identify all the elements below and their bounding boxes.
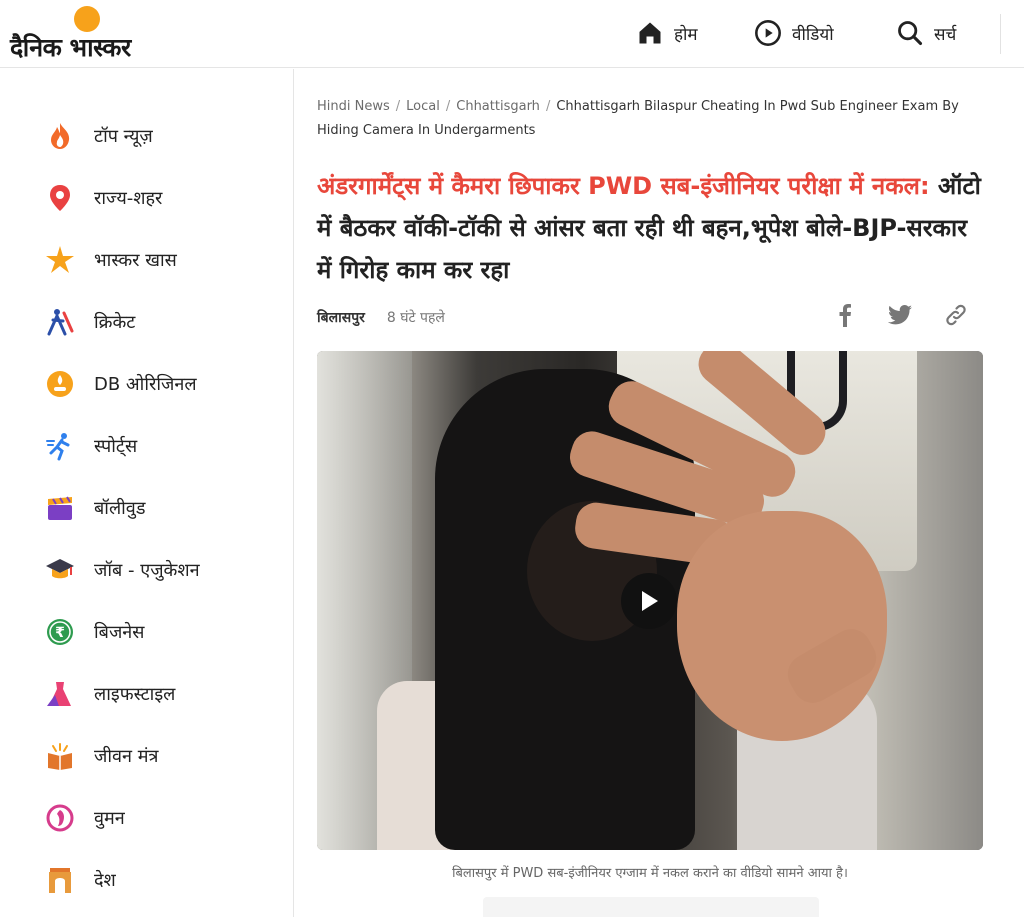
- nav-video[interactable]: वीडियो: [754, 16, 834, 50]
- sidebar-item-bhaskar-khas[interactable]: भास्कर खास: [44, 240, 177, 280]
- runner-icon: [44, 430, 76, 462]
- breadcrumb-separator: /: [395, 99, 401, 114]
- sidebar-item-top-news[interactable]: टॉप न्यूज़: [44, 116, 153, 156]
- play-button[interactable]: [621, 573, 677, 629]
- headline-highlight: अंडरगार्मेंट्स में कैमरा छिपाकर PWD सब-इ…: [317, 172, 930, 200]
- sidebar-item-label: स्पोर्ट्स: [94, 436, 138, 457]
- woman-icon: [44, 802, 76, 834]
- sidebar-item-label: वुमन: [94, 808, 125, 829]
- sidebar-item-woman[interactable]: वुमन: [44, 798, 125, 838]
- breadcrumb-link[interactable]: Local: [406, 99, 440, 114]
- sidebar-item-state-city[interactable]: राज्य-शहर: [44, 178, 162, 218]
- sidebar-item-bollywood[interactable]: बॉलीवुड: [44, 488, 145, 528]
- sidebar-item-label: बिजनेस: [94, 622, 145, 643]
- book-icon: [44, 740, 76, 772]
- logo-text: दैनिक भास्कर: [10, 33, 131, 62]
- video-player[interactable]: [317, 351, 983, 850]
- sidebar-item-cricket[interactable]: क्रिकेट: [44, 302, 135, 342]
- breadcrumb-separator: /: [545, 99, 551, 114]
- dress-icon: [44, 678, 76, 710]
- share-twitter-button[interactable]: [886, 301, 914, 329]
- sidebar-item-label: DB ओरिजिनल: [94, 374, 197, 395]
- article-main: Hindi News / Local / Chhattisgarh / Chhattisga…: [295, 69, 1024, 917]
- facebook-icon: [839, 304, 851, 327]
- sidebar-item-label: जीवन मंत्र: [94, 746, 159, 767]
- india-gate-icon: [44, 864, 76, 896]
- sidebar-item-jeevan-mantra[interactable]: जीवन मंत्र: [44, 736, 158, 776]
- sun-icon: [74, 6, 100, 32]
- ad-slot: [483, 897, 819, 917]
- sidebar: टॉप न्यूज़ राज्य-शहर भास्कर खास क्रिकेट …: [0, 69, 294, 917]
- sidebar-item-label: क्रिकेट: [94, 312, 136, 333]
- sidebar-item-label: देश: [94, 870, 116, 891]
- nav-home-label: होम: [674, 24, 698, 45]
- publish-time: 8 घंटे पहले: [386, 309, 445, 326]
- star-burst-icon: [44, 244, 76, 276]
- play-icon: [642, 591, 658, 611]
- lamp-icon: [44, 368, 76, 400]
- nav-search-label: सर्च: [934, 24, 957, 45]
- sidebar-item-label: जॉब - एजुकेशन: [94, 560, 200, 581]
- sidebar-item-label: भास्कर खास: [94, 250, 177, 271]
- link-icon: [946, 304, 966, 326]
- sidebar-item-lifestyle[interactable]: लाइफस्टाइल: [44, 674, 175, 714]
- article-headline: अंडरगार्मेंट्स में कैमरा छिपाकर PWD सब-इ…: [317, 165, 987, 291]
- copy-link-button[interactable]: [942, 301, 970, 329]
- clapperboard-icon: [44, 492, 76, 524]
- twitter-icon: [888, 305, 912, 325]
- nav-search[interactable]: सर्च: [896, 16, 956, 50]
- breadcrumb-separator: /: [445, 99, 451, 114]
- breadcrumb-link[interactable]: Hindi News: [317, 99, 390, 114]
- dateline-city: बिलासपुर: [317, 309, 365, 326]
- site-header: दैनिक भास्कर होम वीडियो सर्च: [0, 0, 1024, 68]
- svg-text:₹: ₹: [55, 625, 65, 641]
- sidebar-item-business[interactable]: ₹ बिजनेस: [44, 612, 144, 652]
- sidebar-item-desh[interactable]: देश: [44, 860, 116, 900]
- article-meta: बिलासपुर 8 घंटे पहले: [317, 305, 445, 329]
- sidebar-item-db-original[interactable]: DB ओरिजिनल: [44, 364, 197, 404]
- share-facebook-button[interactable]: [831, 301, 859, 329]
- breadcrumb-link[interactable]: Chhattisgarh: [456, 99, 540, 114]
- header-divider: [1000, 14, 1001, 54]
- breadcrumb: Hindi News / Local / Chhattisgarh / Chhattisga…: [317, 95, 997, 143]
- search-icon: [898, 21, 923, 46]
- sidebar-item-label: टॉप न्यूज़: [94, 126, 153, 147]
- rupee-icon: ₹: [44, 616, 76, 648]
- video-caption: बिलासपुर में PWD सब-इंजीनियर एग्जाम में …: [452, 866, 848, 881]
- graduation-cap-icon: [44, 554, 76, 586]
- sidebar-item-label: लाइफस्टाइल: [94, 684, 176, 705]
- sidebar-item-sports[interactable]: स्पोर्ट्स: [44, 426, 137, 466]
- location-pin-icon: [44, 182, 76, 214]
- nav-video-label: वीडियो: [792, 24, 834, 45]
- cricket-icon: [44, 306, 76, 338]
- video-scene-hand: [677, 511, 887, 741]
- play-circle-icon: [755, 20, 781, 46]
- nav-home[interactable]: होम: [636, 16, 698, 50]
- sidebar-item-label: बॉलीवुड: [94, 498, 146, 519]
- site-logo[interactable]: दैनिक भास्कर: [10, 4, 170, 64]
- sidebar-item-job-education[interactable]: जॉब - एजुकेशन: [44, 550, 200, 590]
- fire-icon: [44, 120, 76, 152]
- home-icon: [639, 22, 661, 44]
- sidebar-item-label: राज्य-शहर: [94, 188, 163, 209]
